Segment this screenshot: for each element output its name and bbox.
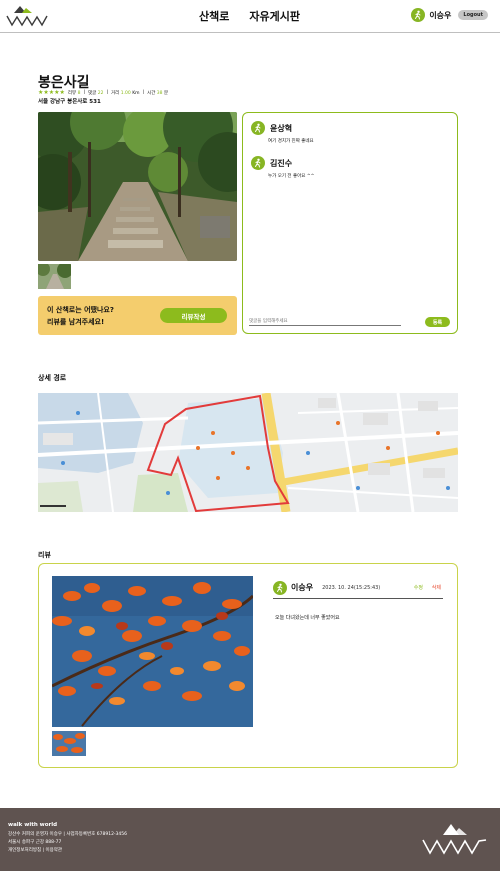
trail-photo[interactable] [38, 112, 237, 261]
stat-comments: 댓글 22 [88, 90, 104, 96]
comment-submit-button[interactable]: 등록 [425, 317, 450, 327]
divider: | [142, 90, 145, 95]
comment-item: 윤상혁 여기 경치가 진짜 좋네요 [251, 121, 314, 144]
divider: | [106, 90, 109, 95]
comment-author: 윤상혁 [270, 123, 293, 133]
write-review-button[interactable]: 리뷰작성 [160, 308, 227, 323]
comments-panel: 윤상혁 여기 경치가 진짜 좋네요 김진수 누가 오기 전 좋아요 ^^ 등록 [242, 112, 458, 334]
nav-walking-trails[interactable]: 산책로 [199, 8, 229, 24]
delete-review-button[interactable]: 삭제 [432, 584, 441, 591]
site-footer: walk with world 강산수 커피의 운영자 이승우 | 사업자등록번… [0, 808, 500, 871]
prompt-call-to-action: 리뷰를 남겨주세요! [47, 318, 105, 326]
stat-distance: 거리 1.00 Km [111, 90, 140, 96]
trail-photo-thumbnail[interactable] [38, 264, 71, 289]
walker-icon [251, 156, 265, 170]
footer-policy-links[interactable]: 개인정보처리방침 | 이용약관 [8, 847, 62, 853]
nav-free-board[interactable]: 자유게시판 [249, 8, 300, 24]
comment-text: 누가 오기 전 좋아요 ^^ [268, 174, 315, 179]
footer-brand: walk with world [8, 822, 58, 828]
review-section-title: 리뷰 [38, 551, 51, 559]
logout-button[interactable]: Logout [458, 10, 488, 20]
user-name[interactable]: 이승우 [429, 10, 451, 21]
walker-icon [251, 121, 265, 135]
brand-logo[interactable] [6, 5, 50, 27]
divider: | [83, 90, 86, 95]
edit-review-button[interactable]: 수정 [414, 584, 423, 591]
walker-icon [273, 580, 287, 595]
stat-reviews: 리뷰 8 [67, 90, 81, 96]
walker-icon [411, 8, 426, 22]
main-nav: 산책로 자유게시판 [199, 8, 300, 24]
comment-item: 김진수 누가 오기 전 좋아요 ^^ [251, 156, 314, 179]
comment-author: 김진수 [270, 158, 293, 168]
footer-address: 서울시 송파구 근강 888-77 [8, 840, 62, 845]
footer-company-info: 강산수 커피의 운영자 이승우 | 사업자등록번호 678912-3456 [8, 832, 128, 837]
review-photo-thumbnail[interactable] [52, 731, 86, 756]
site-header: 산책로 자유게시판 이승우 Logout [0, 0, 500, 33]
review-date: 2023. 10. 24(15:25:43) [322, 584, 381, 591]
footer-logo [422, 824, 487, 855]
route-section-title: 상세 경로 [38, 374, 67, 382]
user-area: 이승우 Logout [411, 8, 488, 22]
review-card: 이승우 2023. 10. 24(15:25:43) 수정 삭제 오늘 다녀왔는… [38, 563, 458, 768]
route-map[interactable] [38, 393, 458, 512]
rating-stars: ★★★★★ [38, 89, 65, 96]
review-prompt-banner: 이 산책로는 어땠나요? 리뷰를 남겨주세요! 리뷰작성 [38, 296, 237, 335]
comment-input[interactable] [249, 317, 401, 326]
comment-text: 여기 경치가 진짜 좋네요 [268, 139, 314, 144]
stat-time: 시간 38 분 [147, 90, 169, 96]
review-header: 이승우 2023. 10. 24(15:25:43) 수정 삭제 [273, 577, 443, 599]
review-photo[interactable] [52, 576, 253, 727]
trail-address: 서울 강남구 봉은사로 531 [38, 99, 101, 105]
review-author: 이승우 [291, 583, 314, 592]
trail-stats: ★★★★★ 리뷰 8 | 댓글 22 | 거리 1.00 Km | 시간 38 … [38, 89, 171, 96]
review-text: 오늘 다녀왔는데 너무 좋았어요 [275, 615, 340, 621]
prompt-question: 이 산책로는 어땠나요? [47, 306, 114, 314]
